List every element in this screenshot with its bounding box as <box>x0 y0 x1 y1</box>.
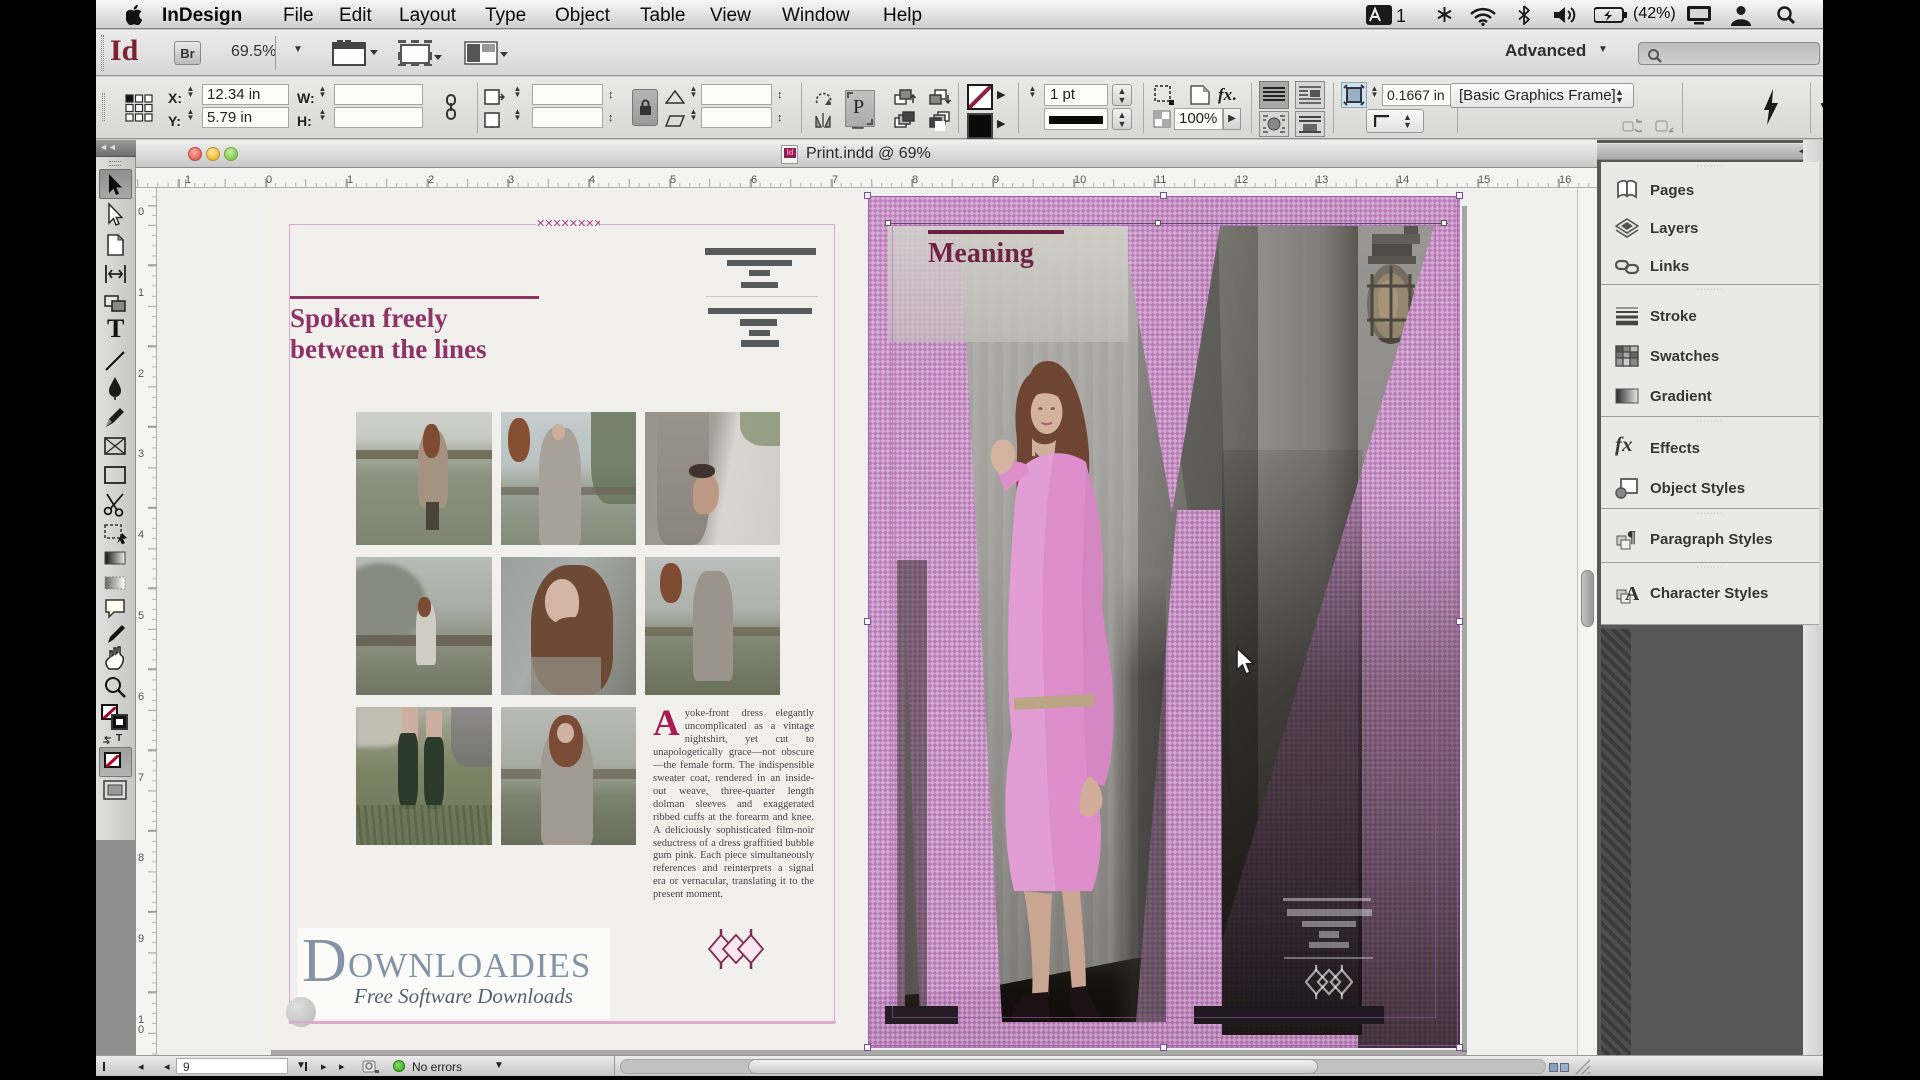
svg-text:¶: ¶ <box>1627 528 1636 546</box>
svg-text:A: A <box>1625 583 1639 604</box>
svg-text:T: T <box>107 315 124 343</box>
svg-text:1: 1 <box>1396 6 1406 26</box>
